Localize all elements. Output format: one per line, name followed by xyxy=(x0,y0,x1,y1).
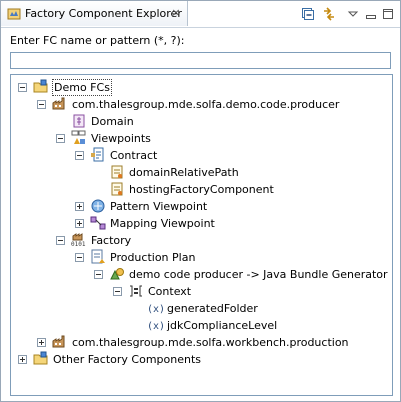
context-icon xyxy=(130,285,142,297)
collapse-icon[interactable] xyxy=(56,236,65,245)
viewpoints-icon xyxy=(71,130,86,144)
tree-item-label: hostingFactoryComponent xyxy=(129,183,274,196)
tree-item[interactable]: Mapping Viewpoint xyxy=(11,215,390,232)
close-icon[interactable]: × xyxy=(169,6,183,20)
tree-item[interactable]: Production Plan xyxy=(11,249,390,266)
tree-item-label: Production Plan xyxy=(110,251,196,264)
tree-item[interactable]: domainRelativePath xyxy=(11,164,390,181)
tree-item[interactable]: Other Factory Components xyxy=(11,351,390,368)
view-menu-icon[interactable] xyxy=(345,6,361,22)
collapse-icon[interactable] xyxy=(113,287,122,296)
tree-item-label: Viewpoints xyxy=(91,132,151,145)
variable-icon: (x) xyxy=(147,304,163,315)
folder-fc-icon xyxy=(33,79,48,93)
collapse-icon[interactable] xyxy=(18,83,27,92)
expand-icon[interactable] xyxy=(37,338,46,347)
domain-icon xyxy=(73,114,85,128)
tree-item[interactable]: Domain xyxy=(11,113,390,130)
collapse-icon[interactable] xyxy=(37,100,46,109)
filter-input[interactable] xyxy=(10,52,391,69)
link-with-editor-icon[interactable] xyxy=(321,6,337,22)
tree-item[interactable]: com.thalesgroup.mde.solfa.workbench.prod… xyxy=(11,334,390,351)
production-plan-icon xyxy=(91,249,105,264)
collapse-icon[interactable] xyxy=(56,134,65,143)
svg-text:0101: 0101 xyxy=(71,241,86,248)
tree-item-label: Contract xyxy=(110,149,158,162)
tree-item-label: com.thalesgroup.mde.solfa.workbench.prod… xyxy=(72,336,349,349)
contract-element-icon xyxy=(111,165,123,179)
minimize-icon[interactable] xyxy=(363,6,379,22)
contract-icon xyxy=(91,147,104,162)
fc-tree[interactable]: Demo FCs com.thalesgroup.mde.solfa.demo.c… xyxy=(10,74,393,396)
pattern-viewpoint-icon xyxy=(91,199,105,213)
tree-item-label: Mapping Viewpoint xyxy=(110,217,215,230)
svg-text:(x): (x) xyxy=(147,304,163,315)
generator-icon xyxy=(110,268,124,280)
tree-item[interactable]: hostingFactoryComponent xyxy=(11,181,390,198)
filter-label: Enter FC name or pattern (*, ?): xyxy=(10,34,185,47)
svg-text:(x): (x) xyxy=(147,321,163,332)
tree-item[interactable]: Contract xyxy=(11,147,390,164)
tree-item-label: jdkComplianceLevel xyxy=(167,319,278,332)
factory-component-icon xyxy=(52,97,65,110)
tree-item-label: demo code producer -> Java Bundle Genera… xyxy=(129,268,388,281)
tree-item[interactable]: demo code producer -> Java Bundle Genera… xyxy=(11,266,390,283)
expand-icon[interactable] xyxy=(18,355,27,364)
folder-fc-icon xyxy=(33,351,48,365)
tree-item[interactable]: Context xyxy=(11,283,390,300)
maximize-icon[interactable] xyxy=(380,6,396,22)
tree-item[interactable]: 0101 Factory xyxy=(11,232,390,249)
tree-item[interactable]: Demo FCs xyxy=(11,79,390,96)
collapse-icon[interactable] xyxy=(75,253,84,262)
collapse-icon[interactable] xyxy=(94,270,103,279)
tree-item-label: Context xyxy=(148,285,192,298)
view-tab[interactable]: Factory Component Explorer × xyxy=(1,1,188,26)
factory-component-icon xyxy=(52,335,65,348)
view-titlebar: Factory Component Explorer × xyxy=(1,1,400,28)
factory-explorer-icon xyxy=(7,8,21,20)
tree-item[interactable]: (x) jdkComplianceLevel xyxy=(11,317,390,334)
tree-item[interactable]: com.thalesgroup.mde.solfa.demo.code.prod… xyxy=(11,96,390,113)
tree-item-label: generatedFolder xyxy=(167,302,258,315)
view-title: Factory Component Explorer xyxy=(25,7,182,20)
tree-item-label: Demo FCs xyxy=(52,79,112,96)
tree-item-label: domainRelativePath xyxy=(129,166,239,179)
tree-item[interactable]: (x) generatedFolder xyxy=(11,300,390,317)
tree-item-label: Other Factory Components xyxy=(53,353,202,366)
mapping-viewpoint-icon xyxy=(90,216,106,230)
tree-item-label: Pattern Viewpoint xyxy=(110,200,208,213)
factory-component-explorer-view: Factory Component Explorer × Enter FC na… xyxy=(0,0,401,402)
expand-icon[interactable] xyxy=(75,219,84,228)
expand-icon[interactable] xyxy=(75,202,84,211)
collapse-all-icon[interactable] xyxy=(300,6,316,22)
collapse-icon[interactable] xyxy=(75,151,84,160)
factory-icon: 0101 xyxy=(71,233,86,248)
tree-item[interactable]: Pattern Viewpoint xyxy=(11,198,390,215)
tree-item-label: Domain xyxy=(91,115,134,128)
tree-item-label: Factory xyxy=(91,234,132,247)
tree-item[interactable]: Viewpoints xyxy=(11,130,390,147)
tree-item-label: com.thalesgroup.mde.solfa.demo.code.prod… xyxy=(72,98,340,111)
contract-element-icon xyxy=(111,182,123,196)
variable-icon: (x) xyxy=(147,321,163,332)
